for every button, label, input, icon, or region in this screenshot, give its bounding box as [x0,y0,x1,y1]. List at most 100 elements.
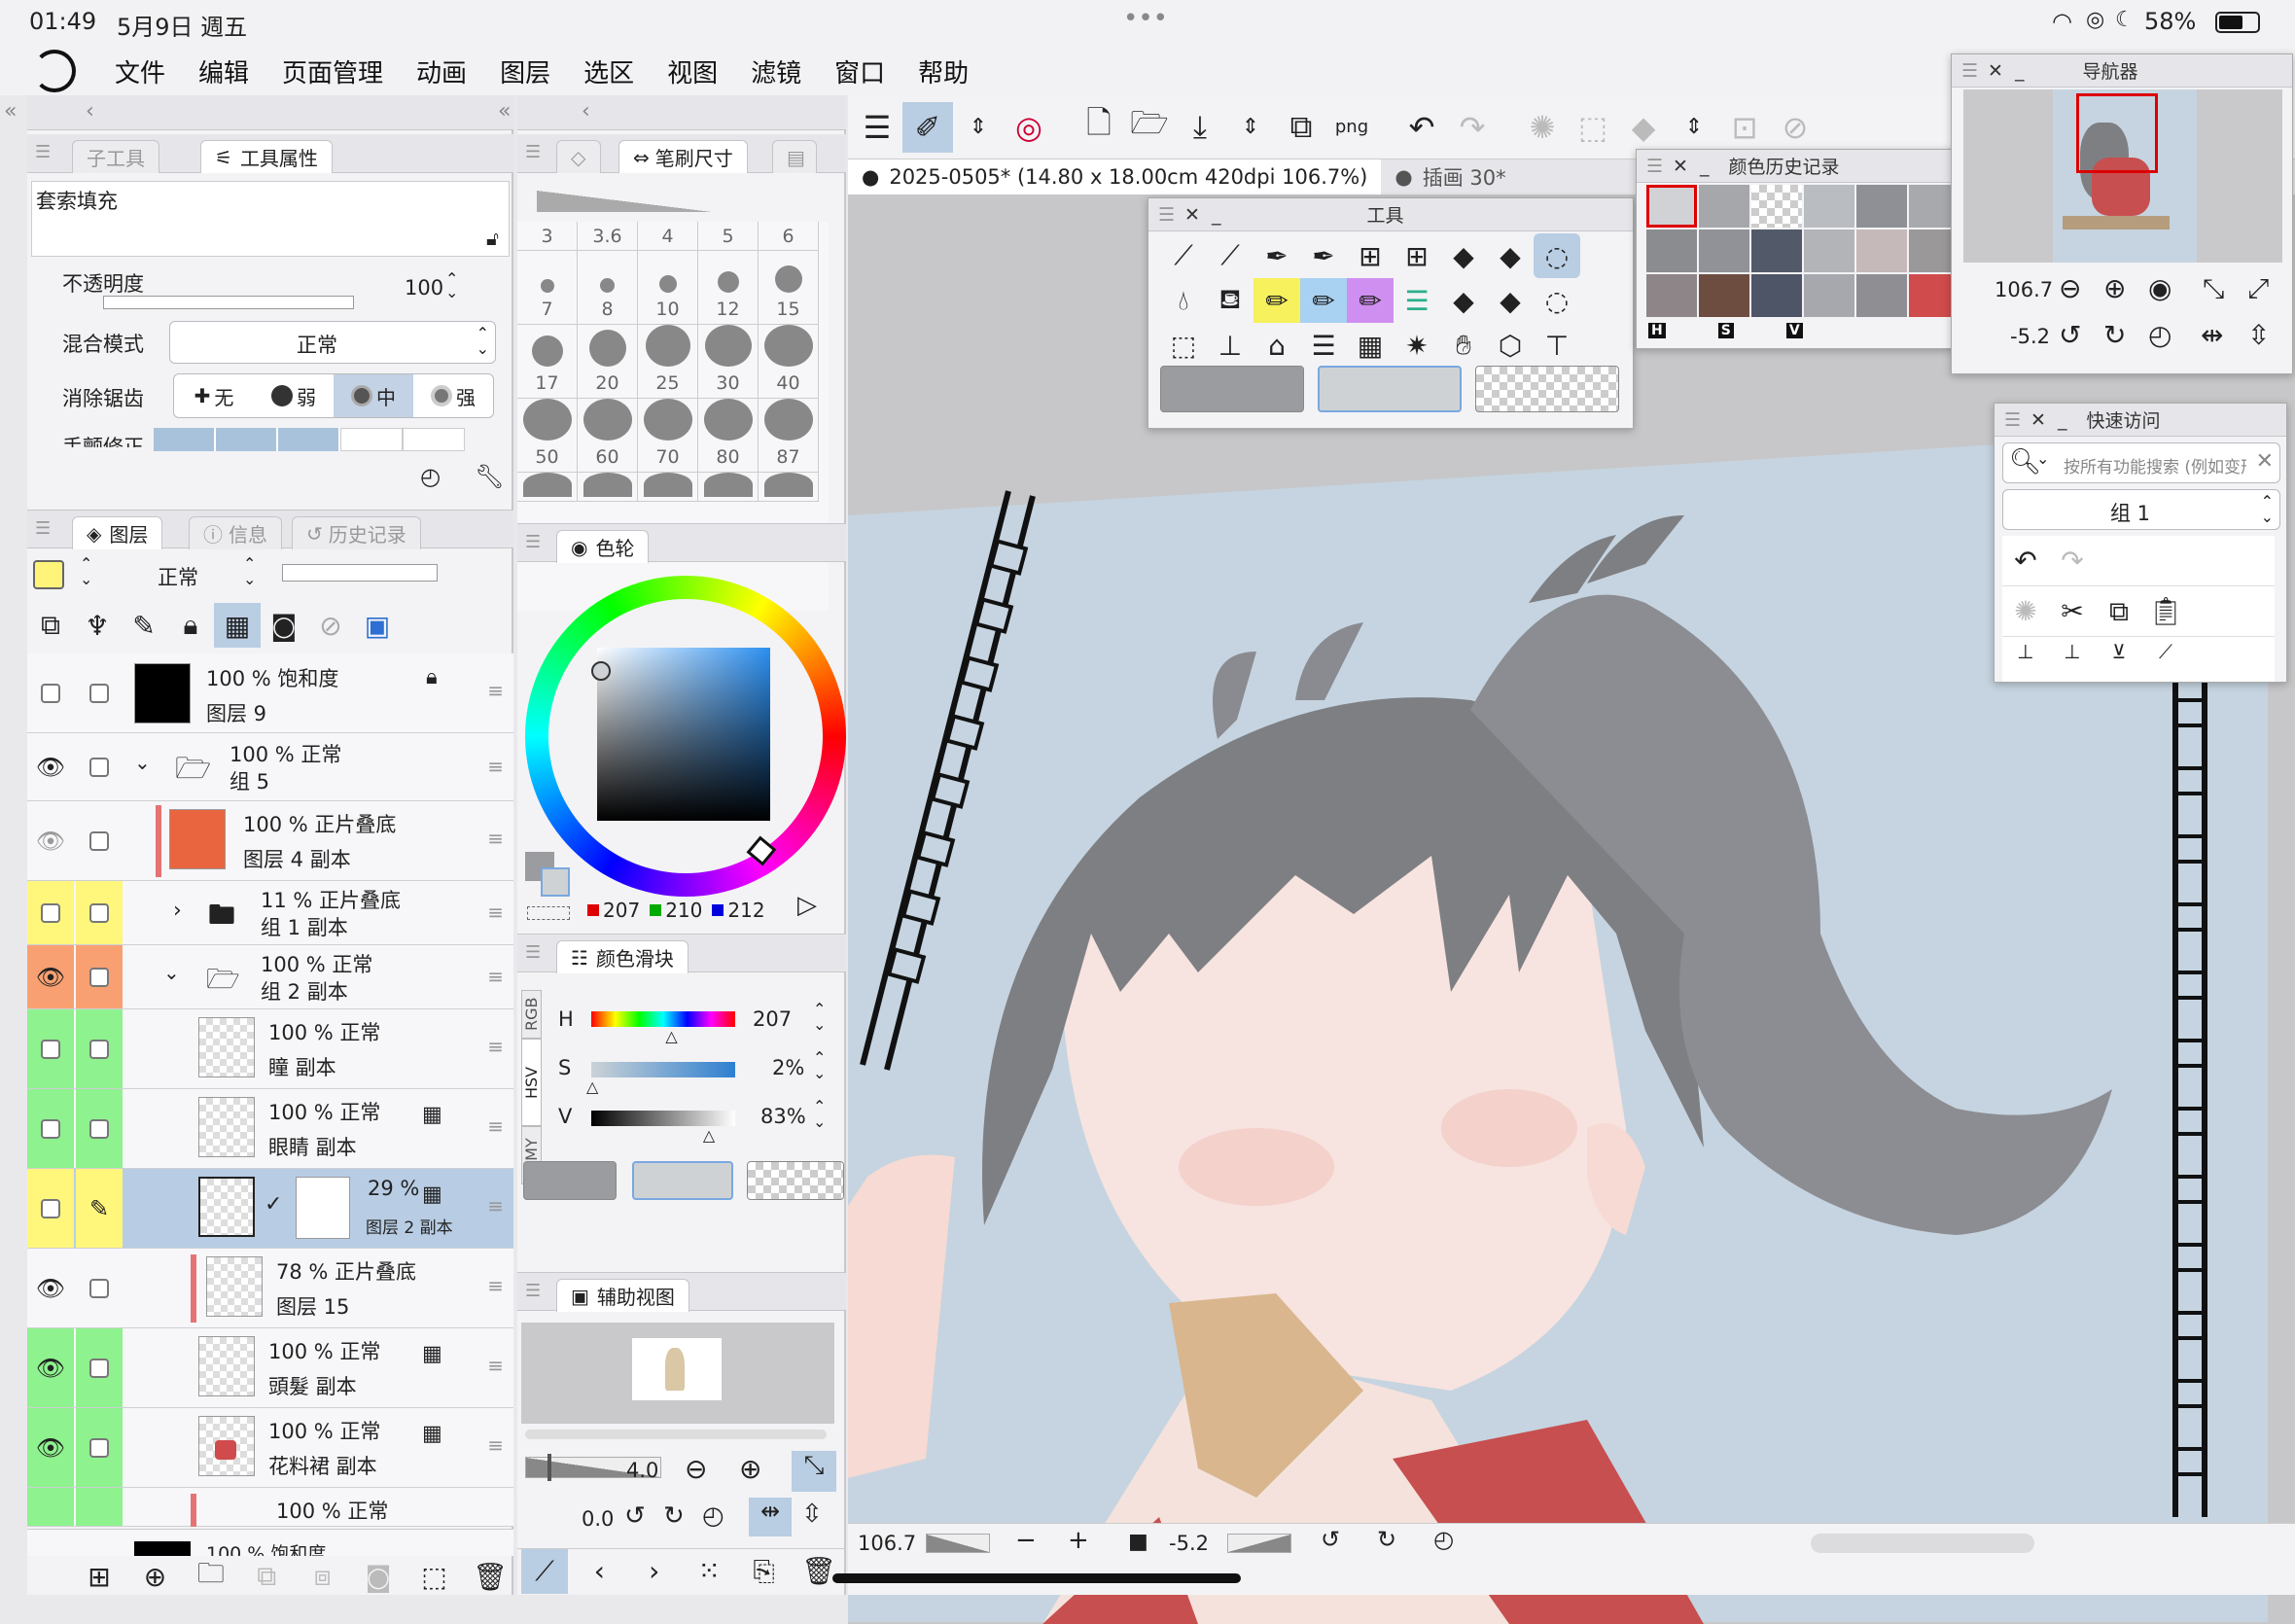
visibility-toggle[interactable] [27,1169,74,1248]
palette-main-color[interactable] [1160,366,1304,412]
save-icon[interactable]: ⤓ [1175,102,1225,153]
hue-slider-marker[interactable]: △ [665,1027,677,1045]
edit-toggle[interactable] [76,653,123,732]
multitask-dots[interactable]: ••• [1123,4,1168,33]
fit-view-icon[interactable]: ⤡ [792,1451,836,1492]
grid-icon[interactable]: ⁙ [686,1549,732,1594]
menu-selection[interactable]: 选区 [583,53,634,89]
edit-toggle[interactable] [76,1408,123,1487]
collapse-middle-icon[interactable]: « [498,99,511,124]
canvas-zoom-slider[interactable] [926,1534,990,1553]
lock-transparency-icon[interactable]: ▦ [214,603,261,648]
document-tab-active[interactable]: ● 2025-0505* (14.80 x 18.00cm 420dpi 106.… [848,159,1382,194]
stepper-icon[interactable]: ⌃ ⌄ [813,1099,826,1130]
history-swatch[interactable] [1804,229,1854,272]
wrench-icon[interactable]: 🔧︎ [475,463,504,490]
canvas-angle-slider[interactable] [1227,1534,1291,1553]
panel-menu-icon[interactable]: ☰ [525,142,541,162]
fit-icon[interactable]: ■ [1128,1530,1148,1554]
minimize-icon[interactable]: _ [2058,409,2067,431]
highlighter-icon[interactable]: ✏ [1253,278,1300,323]
layer-row[interactable]: 100 % 饱和度 图层 9 🔒︎ ≡ [27,653,513,733]
quick-access-group-select[interactable]: 组 1 ⌃ ⌄ [2002,489,2280,530]
edit-toggle[interactable] [76,945,123,1008]
mask-icon[interactable]: ◙ [261,603,307,648]
saturation-slider[interactable] [591,1062,735,1077]
minimize-icon[interactable]: _ [2015,60,2025,82]
pen-alt-icon[interactable]: ✒ [1300,233,1347,278]
s-value[interactable]: 2% [772,1056,804,1079]
transform-icon[interactable]: ⊡ [1719,102,1770,153]
value-slider[interactable] [591,1111,735,1126]
zoom-out-icon[interactable]: ⊖ [685,1453,707,1485]
loading-icon[interactable]: ✺ [1517,102,1568,153]
layer-row-partial[interactable]: 100 % 饱和度 [27,1529,513,1556]
drag-handle-icon[interactable]: ≡ [487,755,504,778]
chevron-left-icon[interactable]: ‹ [582,99,590,124]
drops-icon[interactable]: 💧︎ [1160,278,1207,323]
close-icon[interactable]: ✕ [1988,60,2003,82]
drag-handle-icon[interactable]: ≡ [487,1035,504,1058]
visibility-toggle[interactable]: 👁︎ [27,733,74,800]
layer-row[interactable]: 👁︎ ⌄ 🗁 100 % 正常 组 5 ≡ [27,733,513,801]
zoom-out-icon[interactable]: − [1015,1526,1037,1555]
brush-size-87[interactable]: 87 [759,399,819,473]
zoom-in-icon[interactable]: + [1068,1526,1089,1555]
layer-color-swatch[interactable] [33,560,64,589]
brush-size-7[interactable]: 7 [517,251,578,325]
drag-handle-icon[interactable]: ≡ [487,1114,504,1138]
visibility-toggle[interactable] [27,1488,74,1526]
airbrush-icon[interactable]: ⛾ [1207,278,1253,323]
brush-size-5[interactable]: 5 [698,222,759,251]
close-icon[interactable]: ✕ [1184,204,1200,226]
edit-toggle[interactable] [76,801,123,880]
visibility-toggle[interactable]: 👁︎ [27,801,74,880]
next-icon[interactable]: › [631,1549,678,1594]
trash-icon[interactable]: 🗑︎ [467,1554,513,1599]
v-value[interactable]: 83% [760,1105,806,1128]
stepper-icon[interactable]: ⌃ ⌄ [813,1002,826,1033]
layer-row[interactable]: 100 % 正常 [27,1488,513,1527]
export-png-icon[interactable]: png [1326,102,1377,153]
layer-row[interactable]: › 🖿 11 % 正片叠底 组 1 副本 ≡ [27,881,513,945]
brush-size-40[interactable]: 40 [759,325,819,399]
tool-mode-icon[interactable]: ✐ [902,101,953,153]
rotate-left-icon[interactable]: ↺ [1321,1526,1340,1553]
chevron-down-icon[interactable]: ⌄ [134,751,151,774]
drag-handle-icon[interactable]: ≡ [487,679,504,702]
visibility-toggle[interactable] [27,1009,74,1088]
aa-weak-button[interactable]: 弱 [254,374,334,417]
brush-size-50[interactable]: 50 [517,399,578,473]
history-swatch[interactable] [1646,185,1697,228]
zoom-handle[interactable] [547,1454,551,1481]
visibility-toggle[interactable] [27,1089,74,1168]
panel-menu-icon[interactable]: ☰ [35,518,51,539]
reset-icon[interactable]: ◴ [420,463,441,490]
lasso-fill-icon[interactable]: ◌ [1534,233,1580,278]
tab-layer[interactable]: ◈ 图层 [72,516,163,549]
ruler-icon[interactable]: ⊤ [1534,323,1580,368]
brush-size-80[interactable]: 80 [698,399,759,473]
menu-view[interactable]: 视图 [667,53,718,89]
visibility-toggle[interactable]: 👁︎ [27,1408,74,1487]
minimize-icon[interactable]: _ [1212,204,1221,226]
layer-row[interactable]: 100 % 正常 瞳 副本 ≡ [27,1009,513,1089]
brush-size-20[interactable]: 20 [578,325,638,399]
edit-toggle[interactable] [76,881,123,944]
navigator-preview[interactable] [1963,89,2282,263]
prev-icon[interactable]: ‹ [576,1549,622,1594]
tab-color-wheel[interactable]: ◉ 色轮 [556,530,650,563]
menu-file[interactable]: 文件 [115,53,165,89]
layer-row[interactable]: 👁︎ ⌄ 🗁 100 % 正常 组 2 副本 ≡ [27,945,513,1009]
close-icon[interactable]: ✕ [2030,409,2046,431]
redo-icon[interactable]: ↷ [2049,539,2096,583]
slider-sub-color[interactable] [632,1161,733,1200]
stepper-icon[interactable]: ⇕ [1225,102,1276,153]
hamburger-icon[interactable]: ☰ [852,102,902,153]
color-mode-icon[interactable]: ▷ [797,891,817,920]
grid-globe-icon[interactable]: ⊞ [1347,233,1394,278]
layer-row[interactable]: 👁︎ 100 % 正常 頭髮 副本 ▦ ≡ [27,1328,513,1408]
brush-size-4[interactable]: 4 [638,222,698,251]
panel-menu-icon[interactable]: ☰ [1961,60,1978,82]
undo-icon[interactable]: ↶ [2002,539,2049,583]
